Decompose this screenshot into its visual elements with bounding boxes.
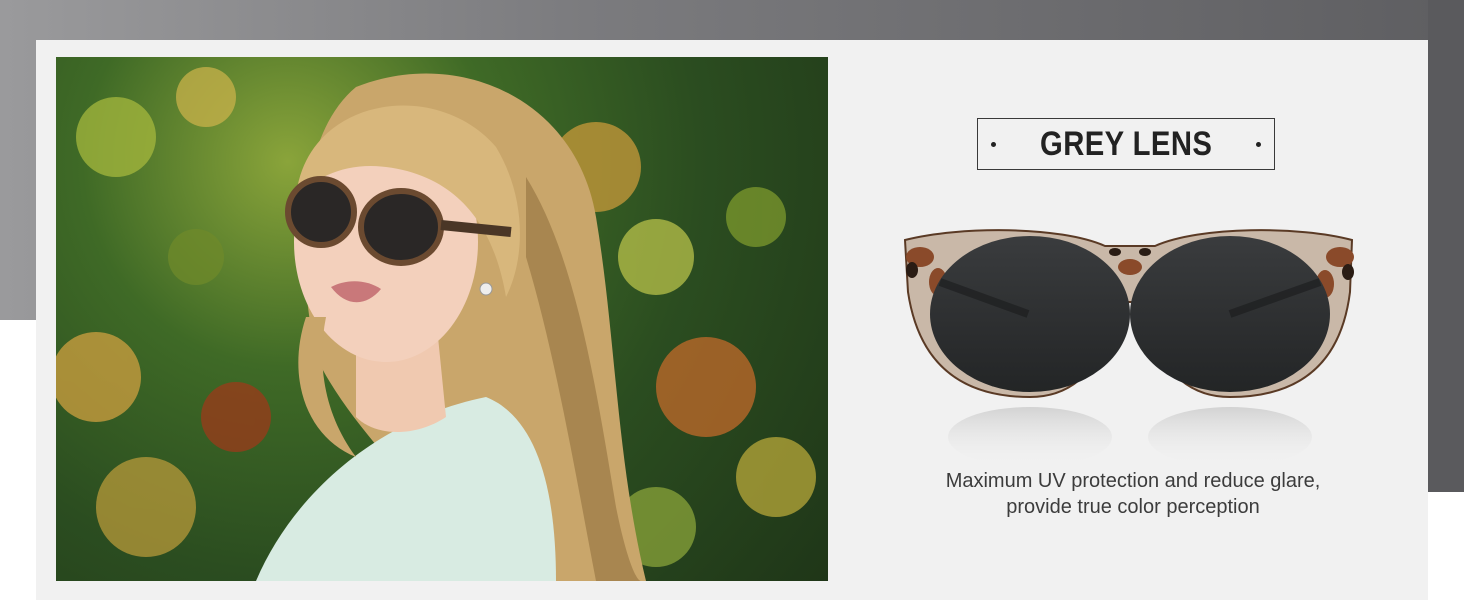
title-right-dot: [1256, 141, 1262, 147]
feature-description: Maximum UV protection and reduce glare, …: [900, 468, 1366, 520]
feature-title-box: GREY LENS: [977, 118, 1275, 170]
description-line-1: Maximum UV protection and reduce glare,: [945, 470, 1321, 492]
background-right-strip: [1428, 0, 1464, 492]
woman-wearing-sunglasses-image: [56, 67, 816, 581]
feature-title: GREY LENS: [1039, 124, 1213, 163]
product-sunglasses-image: [900, 222, 1360, 467]
description-line-2: provide true color perception: [1006, 496, 1260, 518]
sunglasses-icon: [903, 229, 1354, 467]
lifestyle-photo: [56, 57, 828, 581]
title-left-dot: [990, 141, 996, 147]
